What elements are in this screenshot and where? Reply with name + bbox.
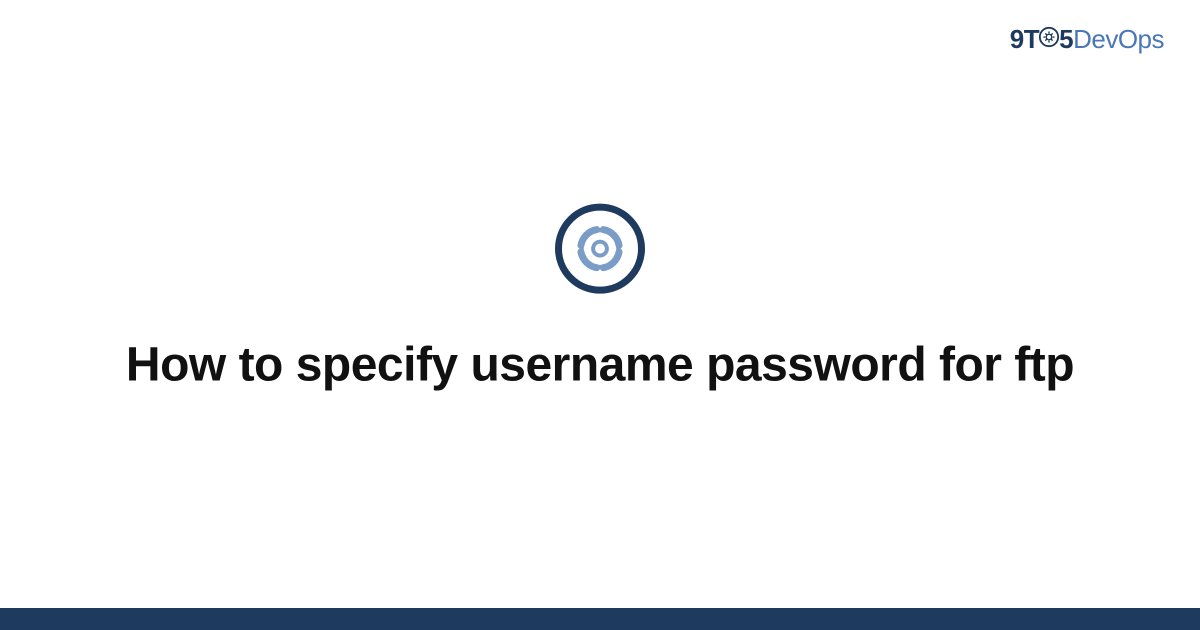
logo-five: 5 [1059, 24, 1073, 54]
bottom-bar [0, 608, 1200, 630]
logo-t: T [1024, 24, 1039, 54]
gear-icon [1038, 24, 1060, 55]
logo-nine: 9 [1010, 24, 1024, 54]
page-title: How to specify username password for ftp [0, 336, 1200, 396]
gear-circle-icon [555, 204, 645, 294]
logo-devops: DevOps [1073, 24, 1164, 54]
site-logo: 9T 5DevOps [1010, 24, 1164, 57]
main-content: How to specify username password for ftp [0, 204, 1200, 396]
